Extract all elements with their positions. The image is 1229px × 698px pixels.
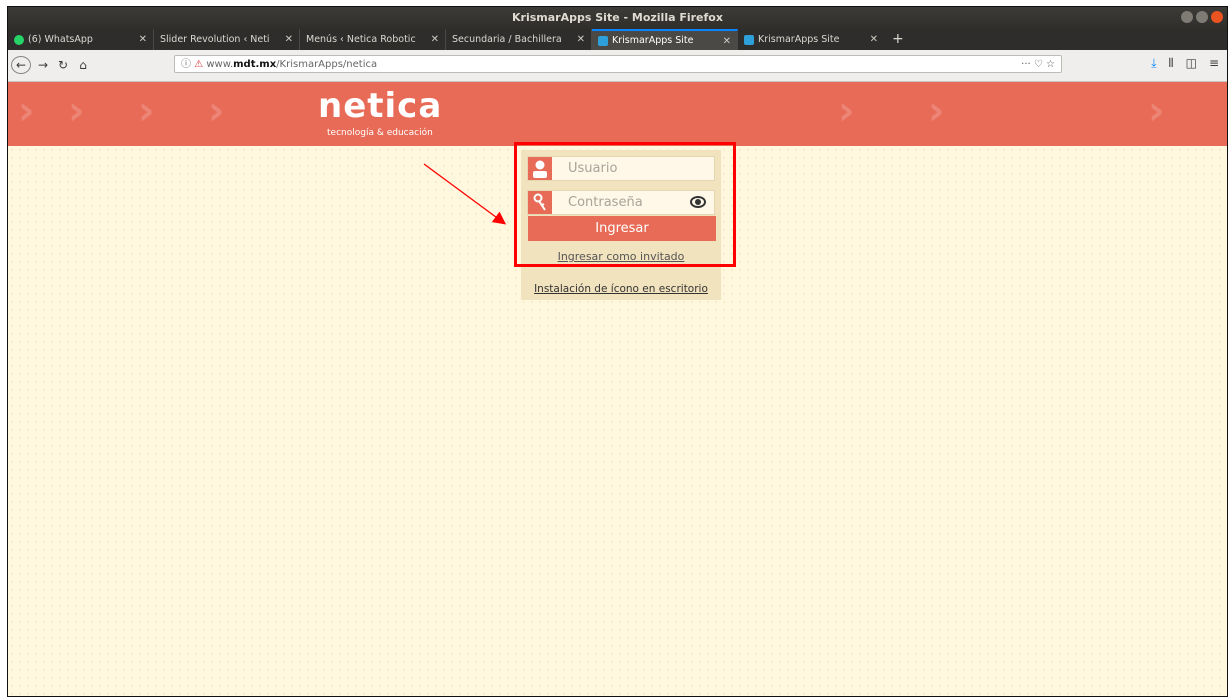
browser-window: KrismarApps Site - Mozilla Firefox (6) W… (7, 6, 1228, 697)
annotation-arrow (423, 163, 507, 225)
